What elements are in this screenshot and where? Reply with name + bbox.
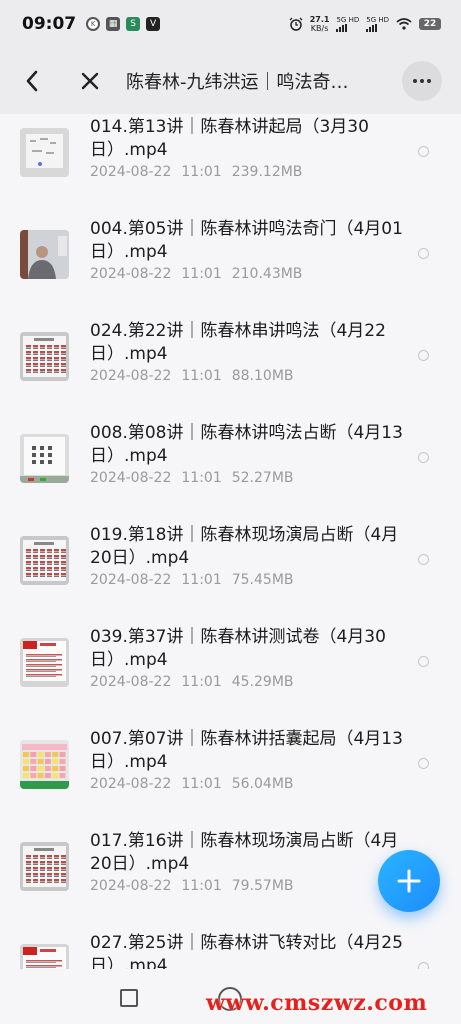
- select-radio[interactable]: [418, 452, 429, 463]
- file-date: 2024-08-22: [90, 368, 172, 384]
- select-radio[interactable]: [418, 758, 429, 769]
- file-row[interactable]: 039.第37讲｜陈春林讲测试卷（4月30日）.mp4 2024-08-22 11:…: [0, 612, 461, 714]
- status-time: 09:07: [22, 14, 77, 34]
- file-name: 008.第08讲｜陈春林讲鸣法占断（4月13日）.mp4: [90, 423, 403, 466]
- watermark: www.cmszwz.com: [206, 990, 428, 1016]
- file-name: 024.第22讲｜陈春林串讲鸣法（4月22日）.mp4: [90, 321, 386, 364]
- file-name: 017.第16讲｜陈春林现场演局占断（4月20日）.mp4: [90, 831, 399, 874]
- file-name: 014.第13讲｜陈春林讲起局（3月30日）.mp4: [90, 117, 369, 160]
- file-row[interactable]: 014.第13讲｜陈春林讲起局（3月30日）.mp4 2024-08-22 11:0…: [0, 114, 461, 204]
- select-radio[interactable]: [418, 962, 429, 969]
- video-thumbnail: [20, 230, 69, 279]
- video-thumbnail: [20, 332, 69, 381]
- signal-1-label: 5G HD: [336, 16, 360, 24]
- file-size: 210.43MB: [231, 266, 303, 282]
- file-date: 2024-08-22: [90, 572, 172, 588]
- file-row[interactable]: 007.第07讲｜陈春林讲括囊起局（4月13日）.mp4 2024-08-22 11…: [0, 714, 461, 816]
- file-time: 11:01: [181, 572, 222, 588]
- file-meta: 2024-08-22 11:01 56.04MB: [90, 776, 294, 792]
- battery-icon: 22: [419, 18, 441, 30]
- file-meta: 2024-08-22 11:01 79.57MB: [90, 878, 294, 894]
- video-thumbnail: [20, 842, 69, 891]
- chevron-left-icon: [26, 70, 38, 92]
- video-thumbnail: [20, 128, 69, 177]
- file-meta: 2024-08-22 11:01 239.12MB: [90, 164, 302, 180]
- signal-1: 5G HD: [336, 16, 359, 32]
- file-date: 2024-08-22: [90, 878, 172, 894]
- file-row[interactable]: 024.第22讲｜陈春林串讲鸣法（4月22日）.mp4 2024-08-22 11:…: [0, 306, 461, 408]
- file-size: 45.29MB: [231, 674, 294, 690]
- file-row[interactable]: 008.第08讲｜陈春林讲鸣法占断（4月13日）.mp4 2024-08-22 11…: [0, 408, 461, 510]
- notification-app-icon: ▦: [106, 17, 121, 31]
- video-thumbnail: [20, 740, 69, 789]
- add-button[interactable]: [378, 850, 440, 912]
- file-meta: 2024-08-22 11:01 75.45MB: [90, 572, 294, 588]
- file-time: 11:01: [181, 878, 222, 894]
- file-meta: 2024-08-22 11:01 88.10MB: [90, 368, 294, 384]
- video-thumbnail: [20, 638, 69, 687]
- file-size: 239.12MB: [231, 164, 303, 180]
- select-radio[interactable]: [418, 146, 429, 157]
- page-title: 陈春林-九纬洪运｜鸣法奇…: [126, 72, 349, 93]
- recent-apps-icon[interactable]: [120, 989, 138, 1007]
- plus-icon: [397, 869, 421, 893]
- signal-bars-icon: [366, 24, 378, 32]
- file-row[interactable]: 019.第18讲｜陈春林现场演局占断（4月20日）.mp4 2024-08-22 1…: [0, 510, 461, 612]
- file-time: 11:01: [181, 674, 222, 690]
- file-name: 007.第07讲｜陈春林讲括囊起局（4月13日）.mp4: [90, 729, 403, 772]
- signal-2: 5G HD: [366, 16, 389, 32]
- video-thumbnail: [20, 944, 69, 969]
- system-icons: 27.1 KB/s 5G HD 5G HD 22: [289, 15, 441, 33]
- video-thumbnail: [20, 434, 69, 483]
- notification-k-icon: K: [86, 17, 101, 31]
- file-date: 2024-08-22: [90, 266, 172, 282]
- file-time: 11:01: [181, 164, 222, 180]
- notification-v-icon: V: [146, 17, 161, 31]
- file-size: 75.45MB: [231, 572, 294, 588]
- file-row[interactable]: 004.第05讲｜陈春林讲鸣法奇门（4月01日）.mp4 2024-08-22 11…: [0, 204, 461, 306]
- file-name: 004.第05讲｜陈春林讲鸣法奇门（4月01日）.mp4: [90, 219, 403, 262]
- file-date: 2024-08-22: [90, 674, 172, 690]
- close-button[interactable]: [72, 48, 108, 114]
- file-time: 11:01: [181, 776, 222, 792]
- alarm-icon: [289, 17, 303, 31]
- more-dots-icon: [402, 61, 442, 101]
- more-button[interactable]: [399, 48, 445, 114]
- close-icon: [81, 72, 99, 90]
- select-radio[interactable]: [418, 554, 429, 565]
- file-date: 2024-08-22: [90, 776, 172, 792]
- file-size: 79.57MB: [231, 878, 294, 894]
- back-button[interactable]: [14, 48, 50, 114]
- file-meta: 2024-08-22 11:01 52.27MB: [90, 470, 294, 486]
- file-size: 88.10MB: [231, 368, 294, 384]
- file-date: 2024-08-22: [90, 470, 172, 486]
- select-radio[interactable]: [418, 656, 429, 667]
- file-date: 2024-08-22: [90, 164, 172, 180]
- net-speed-unit: KB/s: [310, 24, 329, 33]
- select-radio[interactable]: [418, 350, 429, 361]
- file-meta: 2024-08-22 11:01 45.29MB: [90, 674, 294, 690]
- file-name: 027.第25讲｜陈春林讲飞转对比（4月25日）.mp4: [90, 933, 403, 969]
- select-radio[interactable]: [418, 248, 429, 259]
- net-speed-value: 27.1: [309, 15, 330, 24]
- file-time: 11:01: [181, 470, 222, 486]
- file-name: 039.第37讲｜陈春林讲测试卷（4月30日）.mp4: [90, 627, 386, 670]
- file-size: 52.27MB: [231, 470, 294, 486]
- net-speed: 27.1 KB/s: [310, 15, 330, 33]
- file-time: 11:01: [181, 266, 222, 282]
- status-bar: 09:07 K ▦ S V 27.1 KB/s 5G HD 5G HD 22: [0, 0, 461, 48]
- video-thumbnail: [20, 536, 69, 585]
- signal-2-label: 5G HD: [366, 16, 389, 24]
- notification-icons: K ▦ S V: [86, 17, 161, 31]
- file-row[interactable]: 027.第25讲｜陈春林讲飞转对比（4月25日）.mp42024-08-2211…: [0, 918, 461, 969]
- title-bar: 陈春林-九纬洪运｜鸣法奇…: [0, 48, 461, 114]
- notification-green-icon: S: [126, 17, 141, 31]
- file-size: 56.04MB: [231, 776, 294, 792]
- signal-bars-icon: [336, 24, 348, 32]
- file-name: 019.第18讲｜陈春林现场演局占断（4月20日）.mp4: [90, 525, 399, 568]
- file-list[interactable]: 014.第13讲｜陈春林讲起局（3月30日）.mp4 2024-08-22 11:0…: [0, 114, 461, 969]
- file-meta: 2024-08-22 11:01 210.43MB: [90, 266, 302, 282]
- file-time: 11:01: [181, 368, 222, 384]
- wifi-icon: [396, 18, 412, 30]
